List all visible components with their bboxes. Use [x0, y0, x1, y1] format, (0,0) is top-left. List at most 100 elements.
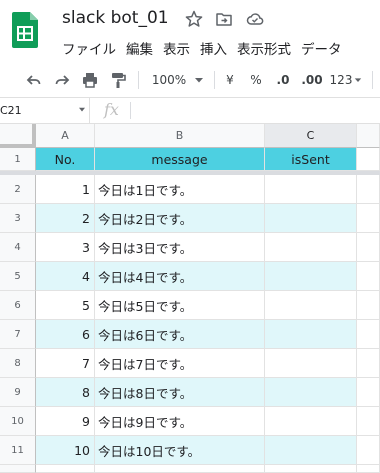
menu-insert[interactable]: 挿入: [200, 38, 227, 58]
row-header-1[interactable]: 1: [0, 148, 36, 171]
chevron-down-icon: [79, 107, 85, 112]
row-header-7[interactable]: 7: [0, 320, 36, 349]
row-header-2[interactable]: 2: [0, 175, 36, 204]
row-header-4[interactable]: 4: [0, 233, 36, 262]
table-cell[interactable]: 今日は7日です。: [95, 349, 265, 378]
table-cell[interactable]: 1: [36, 175, 95, 204]
table-cell[interactable]: [357, 436, 380, 465]
move-to-folder-icon[interactable]: [215, 10, 233, 28]
table-cell[interactable]: [357, 320, 380, 349]
undo-button[interactable]: [24, 70, 44, 90]
row-header-6[interactable]: 6: [0, 291, 36, 320]
table-cell[interactable]: 7: [36, 349, 95, 378]
table-cell[interactable]: 今日は5日です。: [95, 291, 265, 320]
table-cell[interactable]: [36, 465, 95, 473]
table-cell[interactable]: [265, 378, 357, 407]
decrease-decimal-button[interactable]: .0: [272, 70, 294, 90]
formula-input[interactable]: [130, 102, 131, 119]
table-cell[interactable]: [265, 175, 357, 204]
increase-decimal-button[interactable]: .00: [300, 70, 324, 90]
header-cell-no[interactable]: No.: [36, 148, 95, 171]
table-cell[interactable]: 今日は2日です。: [95, 204, 265, 233]
table-cell[interactable]: 今日は4日です。: [95, 262, 265, 291]
table-cell[interactable]: [265, 349, 357, 378]
star-icon[interactable]: [185, 10, 203, 28]
column-header-d[interactable]: [357, 124, 380, 148]
table-cell[interactable]: [357, 407, 380, 436]
currency-format-label: ¥: [226, 73, 234, 87]
table-cell[interactable]: 3: [36, 233, 95, 262]
undo-icon: [26, 75, 41, 85]
chevron-down-icon: [195, 78, 204, 83]
column-header-b[interactable]: B: [95, 124, 265, 148]
select-all-corner[interactable]: [0, 124, 36, 148]
percent-format-button[interactable]: %: [248, 70, 264, 90]
menu-bar: ファイル 編集 表示 挿入 表示形式 データ: [62, 38, 342, 58]
row-header-5[interactable]: 5: [0, 262, 36, 291]
table-cell[interactable]: 10: [36, 436, 95, 465]
table-cell[interactable]: [265, 291, 357, 320]
table-cell[interactable]: [265, 204, 357, 233]
table-cell[interactable]: [357, 204, 380, 233]
table-cell[interactable]: 今日は8日です。: [95, 378, 265, 407]
table-cell[interactable]: 8: [36, 378, 95, 407]
table-cell[interactable]: [357, 378, 380, 407]
more-formats-button[interactable]: 123: [328, 70, 364, 90]
menu-file[interactable]: ファイル: [62, 38, 116, 58]
table-cell[interactable]: [95, 465, 265, 473]
row-header-9[interactable]: 9: [0, 378, 36, 407]
table-cell[interactable]: [357, 148, 380, 171]
table-cell[interactable]: [357, 465, 380, 473]
currency-format-button[interactable]: ¥: [222, 70, 238, 90]
table-cell[interactable]: 5: [36, 291, 95, 320]
cloud-status-icon[interactable]: [246, 10, 264, 28]
table-cell[interactable]: [265, 407, 357, 436]
column-header-a[interactable]: A: [36, 124, 95, 148]
increase-decimal-label: .00: [301, 73, 323, 87]
table-cell[interactable]: [357, 349, 380, 378]
menu-edit[interactable]: 編集: [126, 38, 153, 58]
table-cell[interactable]: [265, 465, 357, 473]
table-cell[interactable]: 2: [36, 204, 95, 233]
table-cell[interactable]: 9: [36, 407, 95, 436]
row-header-10[interactable]: 10: [0, 407, 36, 436]
table-cell[interactable]: 4: [36, 262, 95, 291]
row-header-12[interactable]: [0, 465, 36, 473]
toolbar-divider: [214, 71, 215, 89]
header-cell-message[interactable]: message: [95, 148, 265, 171]
zoom-select[interactable]: 100%: [148, 70, 208, 90]
table-cell[interactable]: 6: [36, 320, 95, 349]
spreadsheet-grid: A B C 1 No. message isSent 2 1 今日は1日です。 …: [0, 124, 380, 473]
table-cell[interactable]: 今日は3日です。: [95, 233, 265, 262]
formula-bar: C21 fx: [0, 98, 380, 124]
google-sheets-icon[interactable]: [12, 12, 38, 48]
name-box[interactable]: C21: [0, 98, 90, 124]
table-cell[interactable]: [357, 233, 380, 262]
column-header-c[interactable]: C: [265, 124, 357, 148]
table-cell[interactable]: 今日は9日です。: [95, 407, 265, 436]
row-header-8[interactable]: 8: [0, 349, 36, 378]
table-cell[interactable]: [265, 262, 357, 291]
header-cell-issent[interactable]: isSent: [265, 148, 357, 171]
table-cell[interactable]: [357, 175, 380, 204]
table-cell[interactable]: [265, 436, 357, 465]
table-cell[interactable]: [265, 320, 357, 349]
paint-format-button[interactable]: [108, 70, 128, 90]
app-header: slack bot_01 ファイル 編集 表示 挿入 表示形式 データ: [0, 0, 380, 62]
table-cell[interactable]: [357, 291, 380, 320]
document-title[interactable]: slack bot_01: [62, 8, 169, 28]
redo-button[interactable]: [52, 70, 72, 90]
percent-format-label: %: [250, 73, 262, 87]
table-cell[interactable]: 今日は10日です。: [95, 436, 265, 465]
table-cell[interactable]: [265, 233, 357, 262]
print-button[interactable]: [80, 70, 100, 90]
row-header-11[interactable]: 11: [0, 436, 36, 465]
cell-reference: C21: [0, 104, 22, 117]
row-header-3[interactable]: 3: [0, 204, 36, 233]
table-cell[interactable]: 今日は1日です。: [95, 175, 265, 204]
menu-data[interactable]: データ: [301, 38, 342, 58]
table-cell[interactable]: [357, 262, 380, 291]
menu-format[interactable]: 表示形式: [237, 38, 291, 58]
table-cell[interactable]: 今日は6日です。: [95, 320, 265, 349]
menu-view[interactable]: 表示: [163, 38, 190, 58]
